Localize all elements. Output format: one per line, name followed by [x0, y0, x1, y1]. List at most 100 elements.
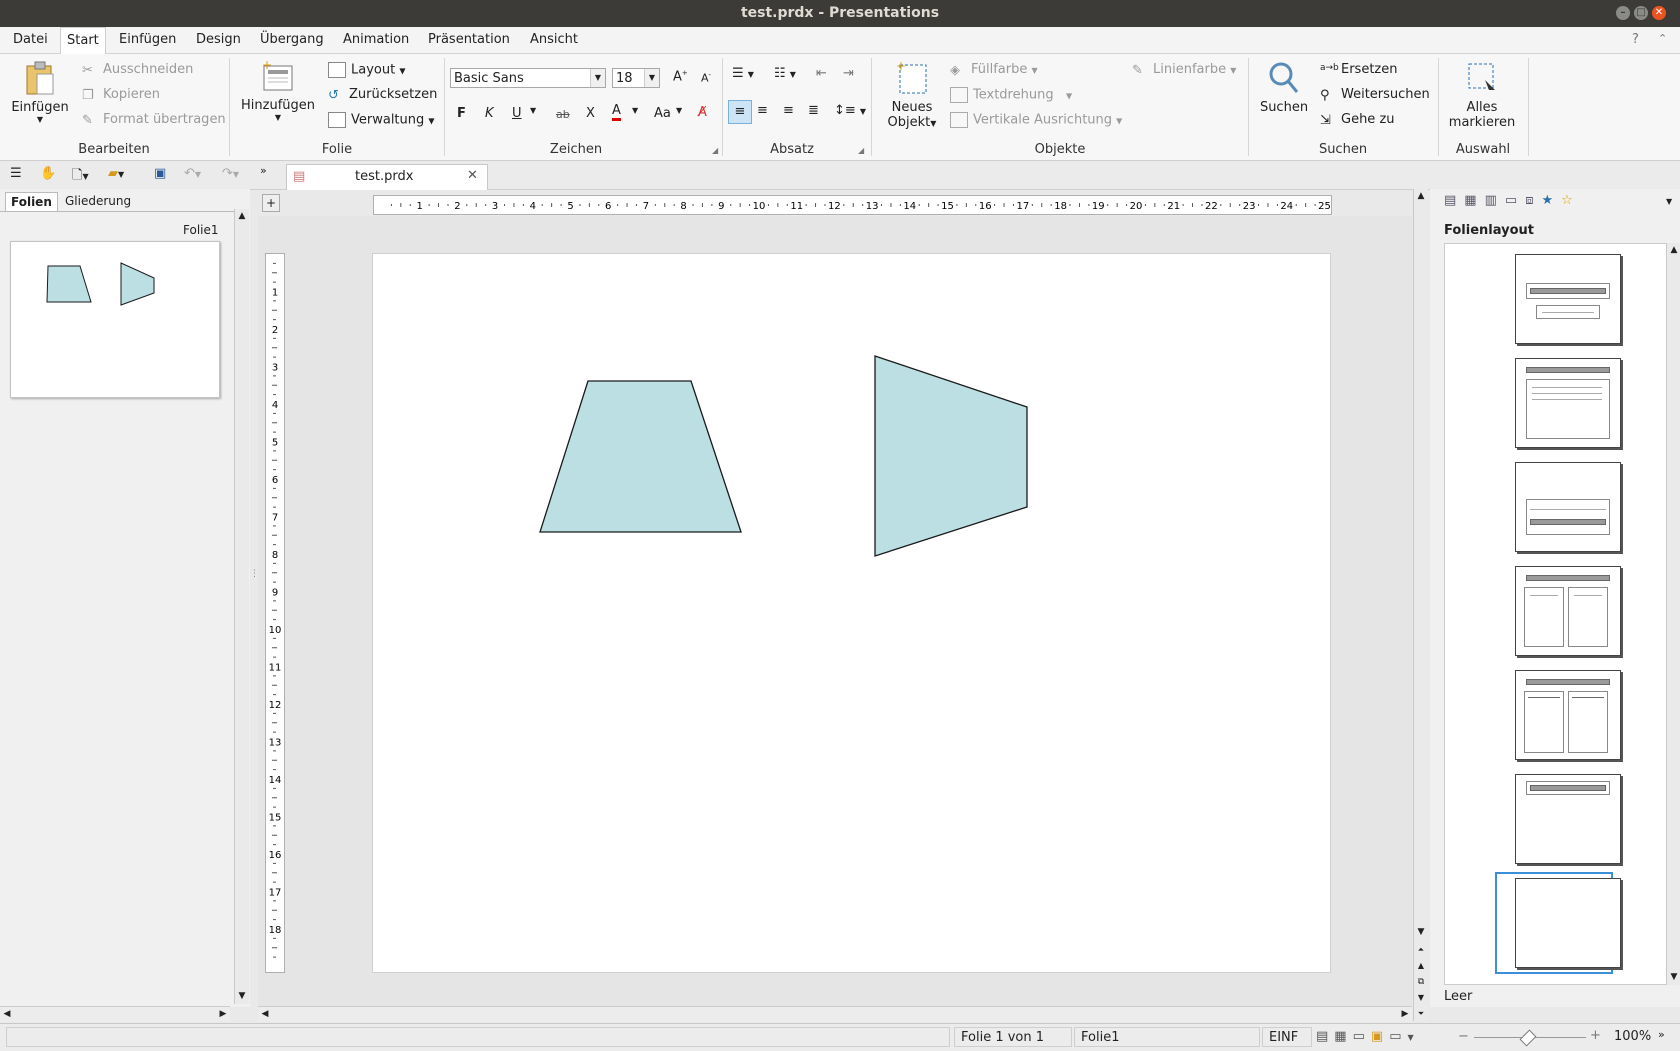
tab-gliederung[interactable]: Gliederung	[60, 192, 136, 210]
handout-view-icon[interactable]: ▣	[1371, 1029, 1389, 1044]
layout-comparison[interactable]	[1515, 670, 1621, 760]
minimize-icon[interactable]: –	[1616, 6, 1630, 20]
chevron-down-icon[interactable]: ▼	[644, 69, 659, 87]
layout-title-slide[interactable]	[1515, 254, 1621, 344]
slides-panel-scrollbar[interactable]: ▲ ▼	[234, 209, 249, 1004]
slideshow-dropdown-icon[interactable]: ▼	[1407, 1033, 1419, 1042]
bullets-button[interactable]: ☰ ▼	[732, 66, 754, 81]
align-right-button[interactable]: ≡	[783, 103, 794, 118]
menu-praesentation[interactable]: Präsentation	[422, 27, 516, 53]
line-color-button[interactable]: ✎ Linienfarbe ▼	[1132, 62, 1236, 78]
eraser-icon[interactable]: A̸	[698, 105, 707, 120]
new-object-button[interactable]: + Neues Objekt▼	[880, 59, 944, 130]
justify-button[interactable]: ≣	[808, 103, 819, 118]
paste-button[interactable]: Einfügen ▼	[10, 60, 70, 124]
favorites-pane-icon[interactable]: ☆	[1561, 193, 1581, 208]
tab-folien[interactable]: Folien	[5, 192, 58, 211]
numbering-button[interactable]: ☷ ▼	[774, 66, 796, 81]
layout-pane-icon[interactable]: ▤	[1444, 193, 1464, 208]
hamburger-menu-icon[interactable]: ☰	[10, 166, 22, 181]
bold-button[interactable]: F	[457, 106, 466, 121]
cut-button[interactable]: ✂ Ausschneiden	[82, 62, 193, 78]
close-window-icon[interactable]: ✕	[1652, 6, 1666, 20]
layout-blank[interactable]	[1515, 878, 1621, 968]
help-icon[interactable]: ?	[1632, 32, 1639, 47]
menu-design[interactable]: Design	[190, 27, 247, 53]
new-document-icon[interactable]: 🗋▼	[72, 166, 89, 188]
change-case-button[interactable]: Aa	[654, 106, 671, 121]
font-color-button[interactable]: A	[612, 104, 621, 121]
fill-color-button[interactable]: ◈ Füllfarbe ▼	[950, 62, 1038, 78]
format-painter-button[interactable]: ✎ Format übertragen	[82, 112, 226, 128]
hand-tool-icon[interactable]: ✋	[40, 166, 56, 181]
slide-canvas[interactable]	[372, 253, 1331, 973]
insert-mode-status[interactable]: EINF	[1262, 1027, 1312, 1047]
collapse-ribbon-icon[interactable]: ⌃	[1658, 32, 1667, 45]
scroll-right-icon[interactable]: ▶	[1398, 1007, 1412, 1021]
ruler-origin-icon[interactable]: +	[262, 194, 280, 212]
font-name-combo[interactable]: Basic Sans ▼	[450, 68, 606, 88]
zoom-out-icon[interactable]: −	[1458, 1029, 1469, 1044]
change-case-dropdown-icon[interactable]: ▼	[676, 106, 682, 115]
menu-start[interactable]: Start	[60, 27, 106, 54]
slide-vscrollbar[interactable]: ▲ ▼ ⏶ ▲ ⧉ ▼ ⏷	[1413, 189, 1428, 1021]
reset-slide-button[interactable]: ↺ Zurücksetzen	[328, 87, 437, 103]
decrease-indent-button[interactable]: ⇤	[816, 66, 827, 81]
vertical-align-button[interactable]: Vertikale Ausrichtung ▼	[950, 112, 1122, 128]
slideshow-icon[interactable]: ▭	[1389, 1029, 1407, 1044]
dialog-launcher-icon[interactable]: ◢	[858, 146, 864, 155]
clear-format-button[interactable]: X	[586, 106, 595, 121]
pane-menu-dropdown-icon[interactable]: ▼	[1666, 197, 1672, 206]
select-all-button[interactable]: Alles markieren	[1444, 60, 1520, 130]
slide-thumbnail[interactable]	[10, 241, 220, 398]
effects-pane-icon[interactable]: ★	[1541, 193, 1561, 208]
layout-button[interactable]: Layout ▼	[328, 62, 406, 78]
open-folder-icon[interactable]: ▰▼	[108, 166, 124, 181]
status-overflow-icon[interactable]: »	[1658, 1028, 1665, 1041]
goto-button[interactable]: ⇲ Gehe zu	[1320, 112, 1395, 128]
line-spacing-button[interactable]: ↕≡ ▼	[834, 103, 866, 118]
slides-panel-hscrollbar[interactable]: ◀ ▶	[0, 1006, 230, 1022]
manage-slides-button[interactable]: Verwaltung ▼	[328, 112, 435, 128]
undo-icon[interactable]: ↶▼	[184, 166, 201, 181]
notes-view-icon[interactable]: ▭	[1353, 1029, 1371, 1044]
layout-title-content[interactable]	[1515, 358, 1621, 448]
scroll-up-icon[interactable]: ▲	[235, 209, 249, 223]
menu-animation[interactable]: Animation	[337, 27, 415, 53]
page-nav-icon[interactable]: ⧉	[1414, 975, 1428, 989]
scroll-left-icon[interactable]: ◀	[0, 1007, 14, 1021]
italic-button[interactable]: K	[485, 106, 494, 121]
menu-uebergang[interactable]: Übergang	[254, 27, 330, 53]
copy-button[interactable]: ❐ Kopieren	[82, 87, 160, 103]
slide-sorter-icon[interactable]: ▦	[1334, 1029, 1352, 1044]
first-page-icon[interactable]: ⏶	[1414, 943, 1428, 957]
underline-button[interactable]: U	[512, 106, 522, 121]
layout-section-header[interactable]	[1515, 462, 1621, 552]
redo-icon[interactable]: ↷▼	[222, 166, 239, 181]
scroll-up-icon[interactable]: ▲	[1667, 243, 1680, 257]
dialog-launcher-icon[interactable]: ◢	[712, 146, 718, 155]
add-slide-button[interactable]: + Hinzufügen ▼	[238, 58, 318, 122]
chevron-down-icon[interactable]: ▼	[590, 69, 605, 87]
underline-dropdown-icon[interactable]: ▼	[530, 106, 536, 115]
save-icon[interactable]: ▣	[154, 166, 166, 181]
scroll-right-icon[interactable]: ▶	[216, 1007, 230, 1021]
scroll-down-icon[interactable]: ▼	[1414, 925, 1428, 939]
pentagon-shape[interactable]	[874, 355, 1028, 557]
layout-title-only[interactable]	[1515, 774, 1621, 864]
scroll-down-icon[interactable]: ▼	[1667, 970, 1680, 984]
align-left-button[interactable]: ≡	[728, 100, 752, 124]
next-page-icon[interactable]: ▼	[1414, 991, 1428, 1005]
layout-two-content[interactable]	[1515, 566, 1621, 656]
search-button[interactable]: Suchen	[1256, 60, 1312, 115]
strikethrough-button[interactable]: ab	[556, 108, 570, 121]
trapezoid-shape[interactable]	[539, 380, 742, 533]
scroll-down-icon[interactable]: ▼	[235, 989, 249, 1003]
scroll-left-icon[interactable]: ◀	[258, 1007, 272, 1021]
previous-page-icon[interactable]: ▲	[1414, 959, 1428, 973]
transition-pane-icon[interactable]: ▭	[1505, 193, 1525, 208]
menu-ansicht[interactable]: Ansicht	[524, 27, 584, 53]
font-color-dropdown-icon[interactable]: ▼	[632, 106, 638, 115]
replace-button[interactable]: a→b Ersetzen	[1320, 62, 1398, 77]
shrink-font-button[interactable]: A-	[701, 71, 711, 85]
